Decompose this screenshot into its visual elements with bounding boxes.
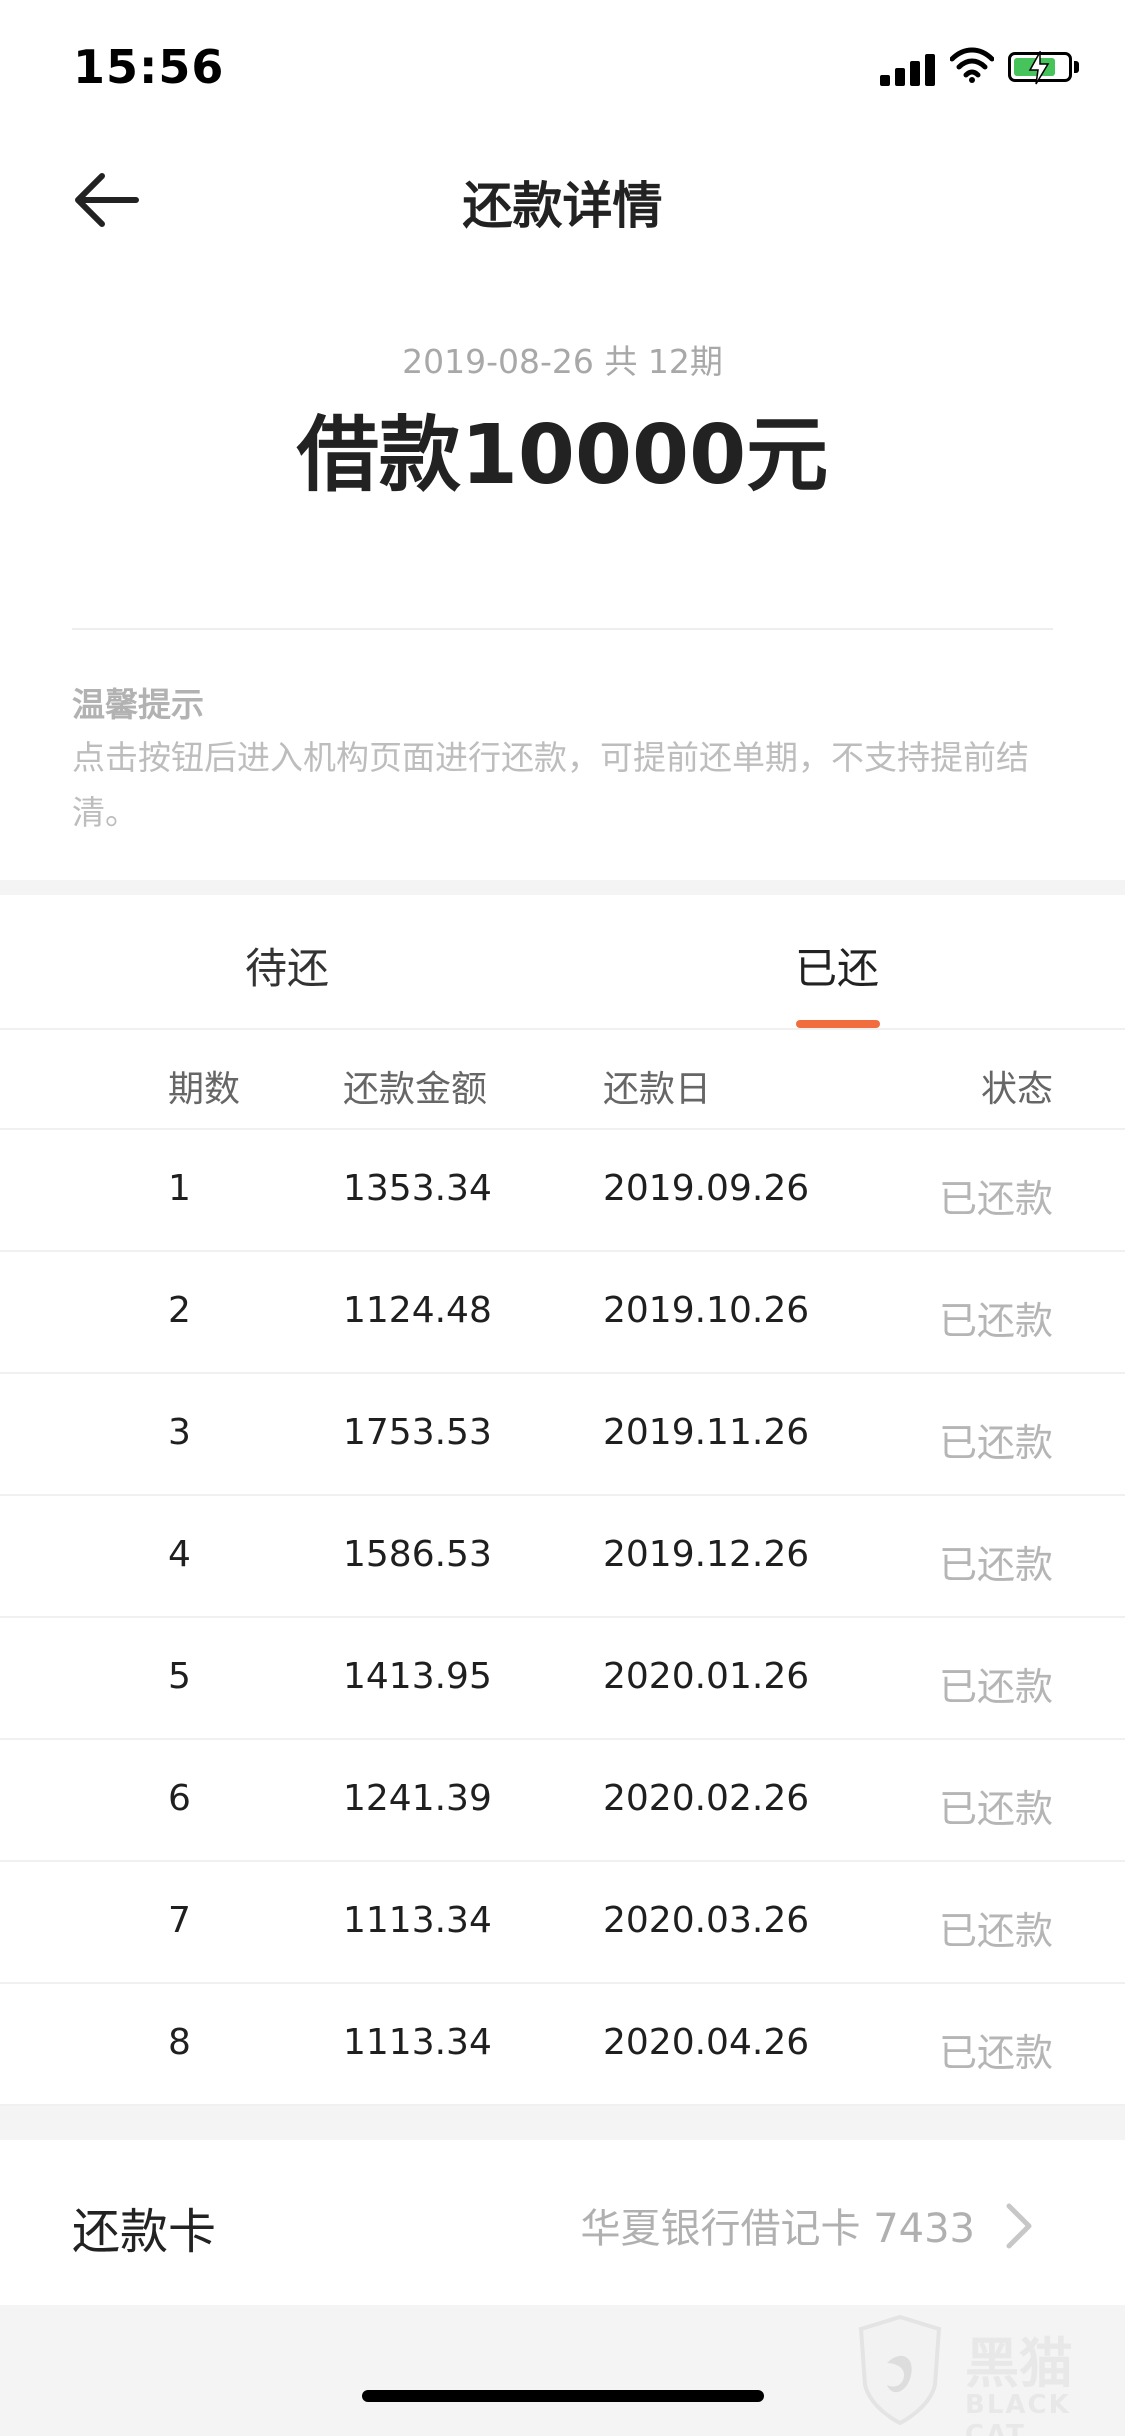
period-cell: 4 xyxy=(168,1534,191,1575)
period-cell: 1 xyxy=(168,1168,191,1209)
status-cell: 已还款 xyxy=(938,1421,1053,1465)
amount-cell: 1241.39 xyxy=(343,1778,492,1819)
status-cell: 已还款 xyxy=(938,1543,1053,1587)
loan-date-term: 2019-08-26 共 12期 xyxy=(402,342,723,381)
header-date: 还款日 xyxy=(603,1069,712,1110)
table-row: 4 1586.53 2019.12.26 已还款 xyxy=(0,1496,1125,1618)
status-cell: 已还款 xyxy=(938,1299,1053,1343)
date-cell: 2020.03.26 xyxy=(603,1900,810,1941)
period-cell: 6 xyxy=(168,1778,191,1819)
repayment-card-value: 华夏银行借记卡 7433 xyxy=(580,2206,975,2252)
tab-paid[interactable]: 已还 xyxy=(795,935,879,996)
date-cell: 2019.11.26 xyxy=(603,1412,810,1453)
date-cell: 2020.02.26 xyxy=(603,1778,810,1819)
battery-cap xyxy=(1074,61,1079,73)
status-bar: 15:56 xyxy=(0,0,1125,140)
table-header: 期数 还款金额 还款日 状态 xyxy=(0,1030,1125,1130)
amount-cell: 1413.95 xyxy=(343,1656,492,1697)
tips-text: 点击按钮后进入机构页面进行还款，可提前还单期，不支持提前结清。 xyxy=(72,738,1029,832)
signal-icon xyxy=(880,52,936,86)
period-cell: 8 xyxy=(168,2022,191,2063)
repayment-tabs: 待还 已还 xyxy=(0,895,1125,1030)
loan-amount: 借款10000元 xyxy=(296,408,829,503)
navigation-bar: 还款详情 xyxy=(0,140,1125,260)
home-indicator[interactable] xyxy=(362,2390,764,2402)
page-title: 还款详情 xyxy=(462,177,663,235)
loan-summary: 2019-08-26 共 12期 借款10000元 xyxy=(0,260,1125,630)
table-row: 2 1124.48 2019.10.26 已还款 xyxy=(0,1252,1125,1374)
period-cell: 2 xyxy=(168,1290,191,1331)
repayment-details-page: 15:56 还款详情 2019-08-26 共 12期 借款10000元 温馨提… xyxy=(0,0,1125,2436)
status-cell: 已还款 xyxy=(938,2031,1053,2075)
repayment-card-row[interactable]: 还款卡 华夏银行借记卡 7433 xyxy=(0,2140,1125,2305)
status-cell: 已还款 xyxy=(938,1909,1053,1953)
table-row: 8 1113.34 2020.04.26 已还款 xyxy=(0,1984,1125,2106)
date-cell: 2019.09.26 xyxy=(603,1168,810,1209)
wifi-icon xyxy=(950,47,994,83)
table-row: 3 1753.53 2019.11.26 已还款 xyxy=(0,1374,1125,1496)
tips-panel: 温馨提示 点击按钮后进入机构页面进行还款，可提前还单期，不支持提前结清。 xyxy=(0,630,1125,880)
table-row: 7 1113.34 2020.03.26 已还款 xyxy=(0,1862,1125,1984)
amount-cell: 1353.34 xyxy=(343,1168,492,1209)
active-tab-indicator xyxy=(796,1020,880,1028)
amount-cell: 1586.53 xyxy=(343,1534,492,1575)
header-amount: 还款金额 xyxy=(343,1069,488,1110)
date-cell: 2019.12.26 xyxy=(603,1534,810,1575)
tab-pending[interactable]: 待还 xyxy=(245,935,329,996)
status-cell: 已还款 xyxy=(938,1177,1053,1221)
table-row: 5 1413.95 2020.01.26 已还款 xyxy=(0,1618,1125,1740)
black-cat-shield-icon xyxy=(858,2315,942,2425)
status-cell: 已还款 xyxy=(938,1787,1053,1831)
amount-cell: 1113.34 xyxy=(343,2022,492,2063)
repayment-card-label: 还款卡 xyxy=(72,2204,217,2260)
tips-title: 温馨提示 xyxy=(72,685,204,724)
table-row: 1 1353.34 2019.09.26 已还款 xyxy=(0,1130,1125,1252)
status-cell: 已还款 xyxy=(938,1665,1053,1709)
watermark-subtext: BLACK CAT xyxy=(965,2390,1071,2436)
header-status: 状态 xyxy=(980,1069,1053,1110)
date-cell: 2019.10.26 xyxy=(603,1290,810,1331)
chevron-right-icon xyxy=(1006,2203,1032,2249)
bolt-icon xyxy=(1028,51,1050,85)
period-cell: 3 xyxy=(168,1412,191,1453)
period-cell: 7 xyxy=(168,1900,191,1941)
date-cell: 2020.04.26 xyxy=(603,2022,810,2063)
header-period: 期数 xyxy=(168,1069,241,1110)
amount-cell: 1113.34 xyxy=(343,1900,492,1941)
status-time: 15:56 xyxy=(73,40,225,94)
black-cat-watermark: 黑猫 BLACK CAT xyxy=(845,2315,1120,2436)
amount-cell: 1124.48 xyxy=(343,1290,492,1331)
amount-cell: 1753.53 xyxy=(343,1412,492,1453)
repayment-table: 期数 还款金额 还款日 状态 1 1353.34 2019.09.26 已还款 … xyxy=(0,1030,1125,2106)
watermark-text: 黑猫 xyxy=(965,2332,1073,2395)
table-row: 6 1241.39 2020.02.26 已还款 xyxy=(0,1740,1125,1862)
date-cell: 2020.01.26 xyxy=(603,1656,810,1697)
period-cell: 5 xyxy=(168,1656,191,1697)
